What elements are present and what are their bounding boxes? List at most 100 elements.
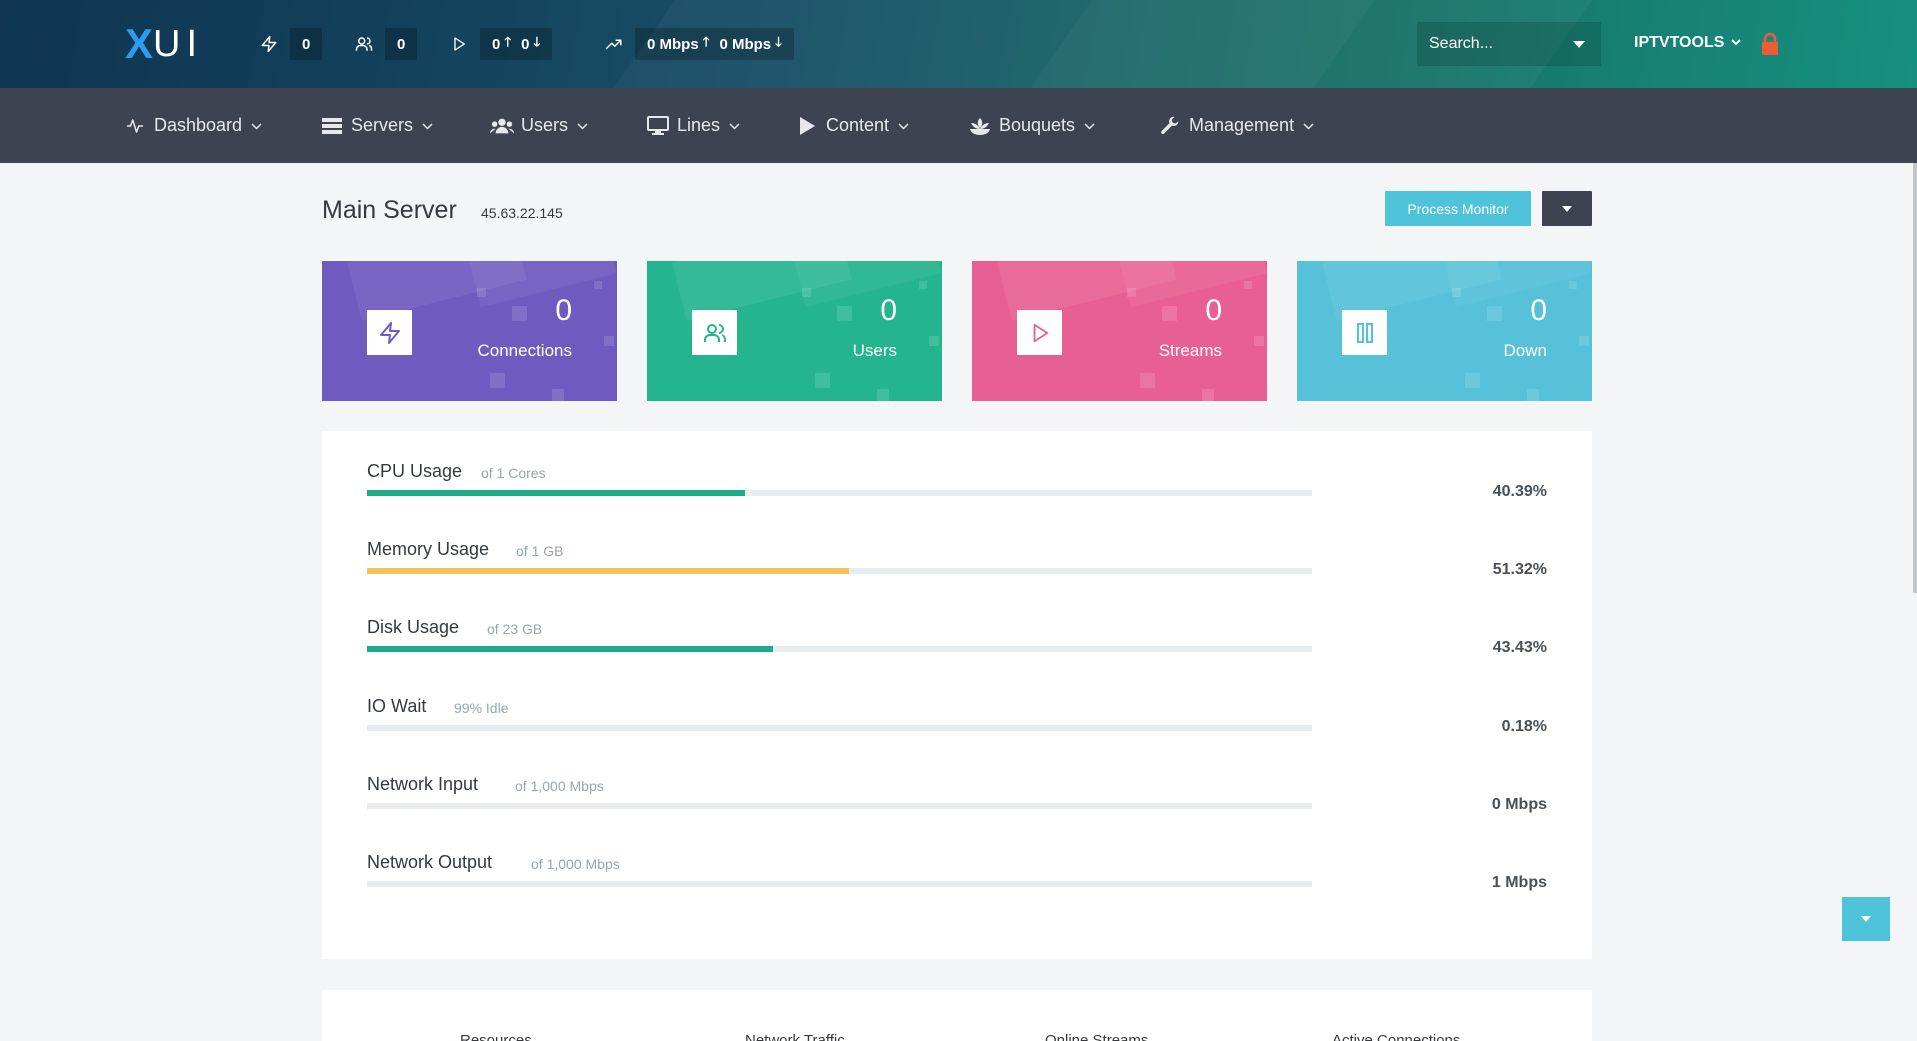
chevron-down-icon xyxy=(251,120,262,131)
usage-value: 0.18% xyxy=(1501,718,1547,735)
usage-name: Memory Usage xyxy=(367,539,490,559)
play-icon xyxy=(795,115,819,137)
scroll-down-button[interactable] xyxy=(1842,897,1890,941)
chevron-down-icon xyxy=(577,120,588,131)
chevron-down-icon xyxy=(729,120,740,131)
chevron-down-icon xyxy=(1573,40,1585,48)
options-dropdown-button[interactable] xyxy=(1542,191,1592,226)
search-dropdown[interactable]: Search... xyxy=(1417,22,1601,66)
nav-management[interactable]: Management xyxy=(1158,88,1314,163)
nav-bouquets-label: Bouquets xyxy=(999,115,1076,135)
nav-content-label: Content xyxy=(826,115,890,135)
down-value: 0 xyxy=(1530,294,1547,327)
card-down[interactable]: 0 Down xyxy=(1297,261,1592,401)
arrow-down-icon: 🡓 xyxy=(533,34,541,49)
progress-fill xyxy=(367,568,849,574)
usage-value: 40.39% xyxy=(1492,483,1547,500)
column-header: Online Streams xyxy=(1045,1032,1149,1041)
usage-sub: of 23 GB xyxy=(487,621,543,637)
page-title: Main Server xyxy=(322,196,457,224)
progress-track xyxy=(367,490,1312,496)
logo-x: X xyxy=(125,20,153,67)
progress-track xyxy=(367,881,1312,887)
bottom-panel: Resources Network Traffic Online Streams… xyxy=(322,990,1592,1041)
usage-name: CPU Usage xyxy=(367,461,463,481)
main-nav: Dashboard Servers Users Lines Content Bo… xyxy=(0,88,1917,163)
arrow-up-icon: 🡑 xyxy=(504,34,512,49)
page-scrollbar[interactable] xyxy=(1913,163,1917,593)
usage-sub: of 1,000 Mbps xyxy=(515,778,604,794)
usage-row-disk: Disk Usage of 23 GB 43.43% xyxy=(367,617,1547,677)
play-icon xyxy=(448,33,470,55)
down-label: Down xyxy=(1503,341,1547,360)
usage-value: 43.43% xyxy=(1492,639,1547,656)
chevron-down-icon xyxy=(1303,120,1314,131)
usage-row-cpu: CPU Usage of 1 Cores 40.39% xyxy=(367,461,1547,521)
usage-value: 1 Mbps xyxy=(1491,874,1547,891)
nav-users[interactable]: Users xyxy=(490,88,588,163)
server-icon xyxy=(320,115,344,137)
streams-value: 0 xyxy=(1205,294,1222,327)
trending-up-icon xyxy=(603,33,625,55)
nav-servers[interactable]: Servers xyxy=(320,88,433,163)
flower-icon xyxy=(968,115,992,137)
nav-servers-label: Servers xyxy=(351,115,414,135)
usage-row-network-output: Network Output of 1,000 Mbps 1 Mbps xyxy=(367,852,1547,912)
usage-name: Network Input xyxy=(367,774,479,794)
bandwidth-in: 0 Mbps xyxy=(647,35,699,53)
topbar-bandwidth[interactable]: 0 Mbps 🡑 0 Mbps 🡓 xyxy=(603,28,794,60)
topbar-connections[interactable]: 0 xyxy=(258,28,323,60)
streams-down-count: 0 xyxy=(521,35,530,53)
activity-icon xyxy=(123,115,147,137)
chevron-down-icon xyxy=(1084,120,1095,131)
card-streams[interactable]: 0 Streams xyxy=(972,261,1267,401)
topbar-streams[interactable]: 0 🡑 0 🡓 xyxy=(448,28,553,60)
chevron-down-icon xyxy=(422,120,433,131)
search-placeholder: Search... xyxy=(1429,35,1494,52)
user-menu[interactable]: IPTVTOOLS xyxy=(1634,34,1742,52)
users-value: 0 xyxy=(880,294,897,327)
lightning-icon xyxy=(258,33,280,55)
users-count: 0 xyxy=(385,28,418,60)
monitor-icon xyxy=(646,115,670,137)
nav-bouquets[interactable]: Bouquets xyxy=(968,88,1095,163)
progress-track xyxy=(367,803,1312,809)
app-viewport: X UI 0 0 0 🡑 0 🡓 0 Mbps 🡑 0 Mbps 🡓 Searc… xyxy=(0,0,1917,1041)
logo-ui: UI xyxy=(153,23,204,65)
username: IPTVTOOLS xyxy=(1634,34,1725,51)
users-icon xyxy=(490,115,514,137)
streams-label: Streams xyxy=(1158,341,1222,360)
usage-name: IO Wait xyxy=(367,696,427,716)
wrench-icon xyxy=(1158,115,1182,137)
column-header: Network Traffic xyxy=(745,1032,845,1041)
app-logo[interactable]: X UI xyxy=(125,22,203,66)
usage-value: 51.32% xyxy=(1492,561,1547,578)
nav-dashboard[interactable]: Dashboard xyxy=(123,88,262,163)
nav-management-label: Management xyxy=(1189,115,1295,135)
server-usage-panel: CPU Usage of 1 Cores 40.39% Memory Usage… xyxy=(322,431,1592,959)
streams-status: 0 🡑 0 🡓 xyxy=(480,28,553,60)
nav-lines[interactable]: Lines xyxy=(646,88,740,163)
card-connections[interactable]: 0 Connections xyxy=(322,261,617,401)
lock-icon[interactable] xyxy=(1760,32,1780,61)
users-label: Users xyxy=(852,341,897,360)
topbar-users[interactable]: 0 xyxy=(353,28,418,60)
usage-sub: 99% Idle xyxy=(454,700,509,716)
usage-row-io-wait: IO Wait 99% Idle 0.18% xyxy=(367,696,1547,756)
bandwidth-status: 0 Mbps 🡑 0 Mbps 🡓 xyxy=(635,28,794,60)
chevron-down-icon xyxy=(1562,205,1572,212)
progress-track xyxy=(367,646,1312,652)
process-monitor-button[interactable]: Process Monitor xyxy=(1385,191,1531,226)
column-header: Active Connections xyxy=(1332,1032,1461,1041)
nav-content[interactable]: Content xyxy=(795,88,909,163)
server-ip: 45.63.22.145 xyxy=(481,205,563,221)
nav-users-label: Users xyxy=(521,115,569,135)
progress-track xyxy=(367,568,1312,574)
usage-sub: of 1 Cores xyxy=(481,465,546,481)
usage-name: Disk Usage xyxy=(367,617,460,637)
streams-up-count: 0 xyxy=(492,35,501,53)
card-users[interactable]: 0 Users xyxy=(647,261,942,401)
nav-lines-label: Lines xyxy=(677,115,721,135)
connections-count: 0 xyxy=(290,28,323,60)
chevron-down-icon xyxy=(1861,916,1871,922)
